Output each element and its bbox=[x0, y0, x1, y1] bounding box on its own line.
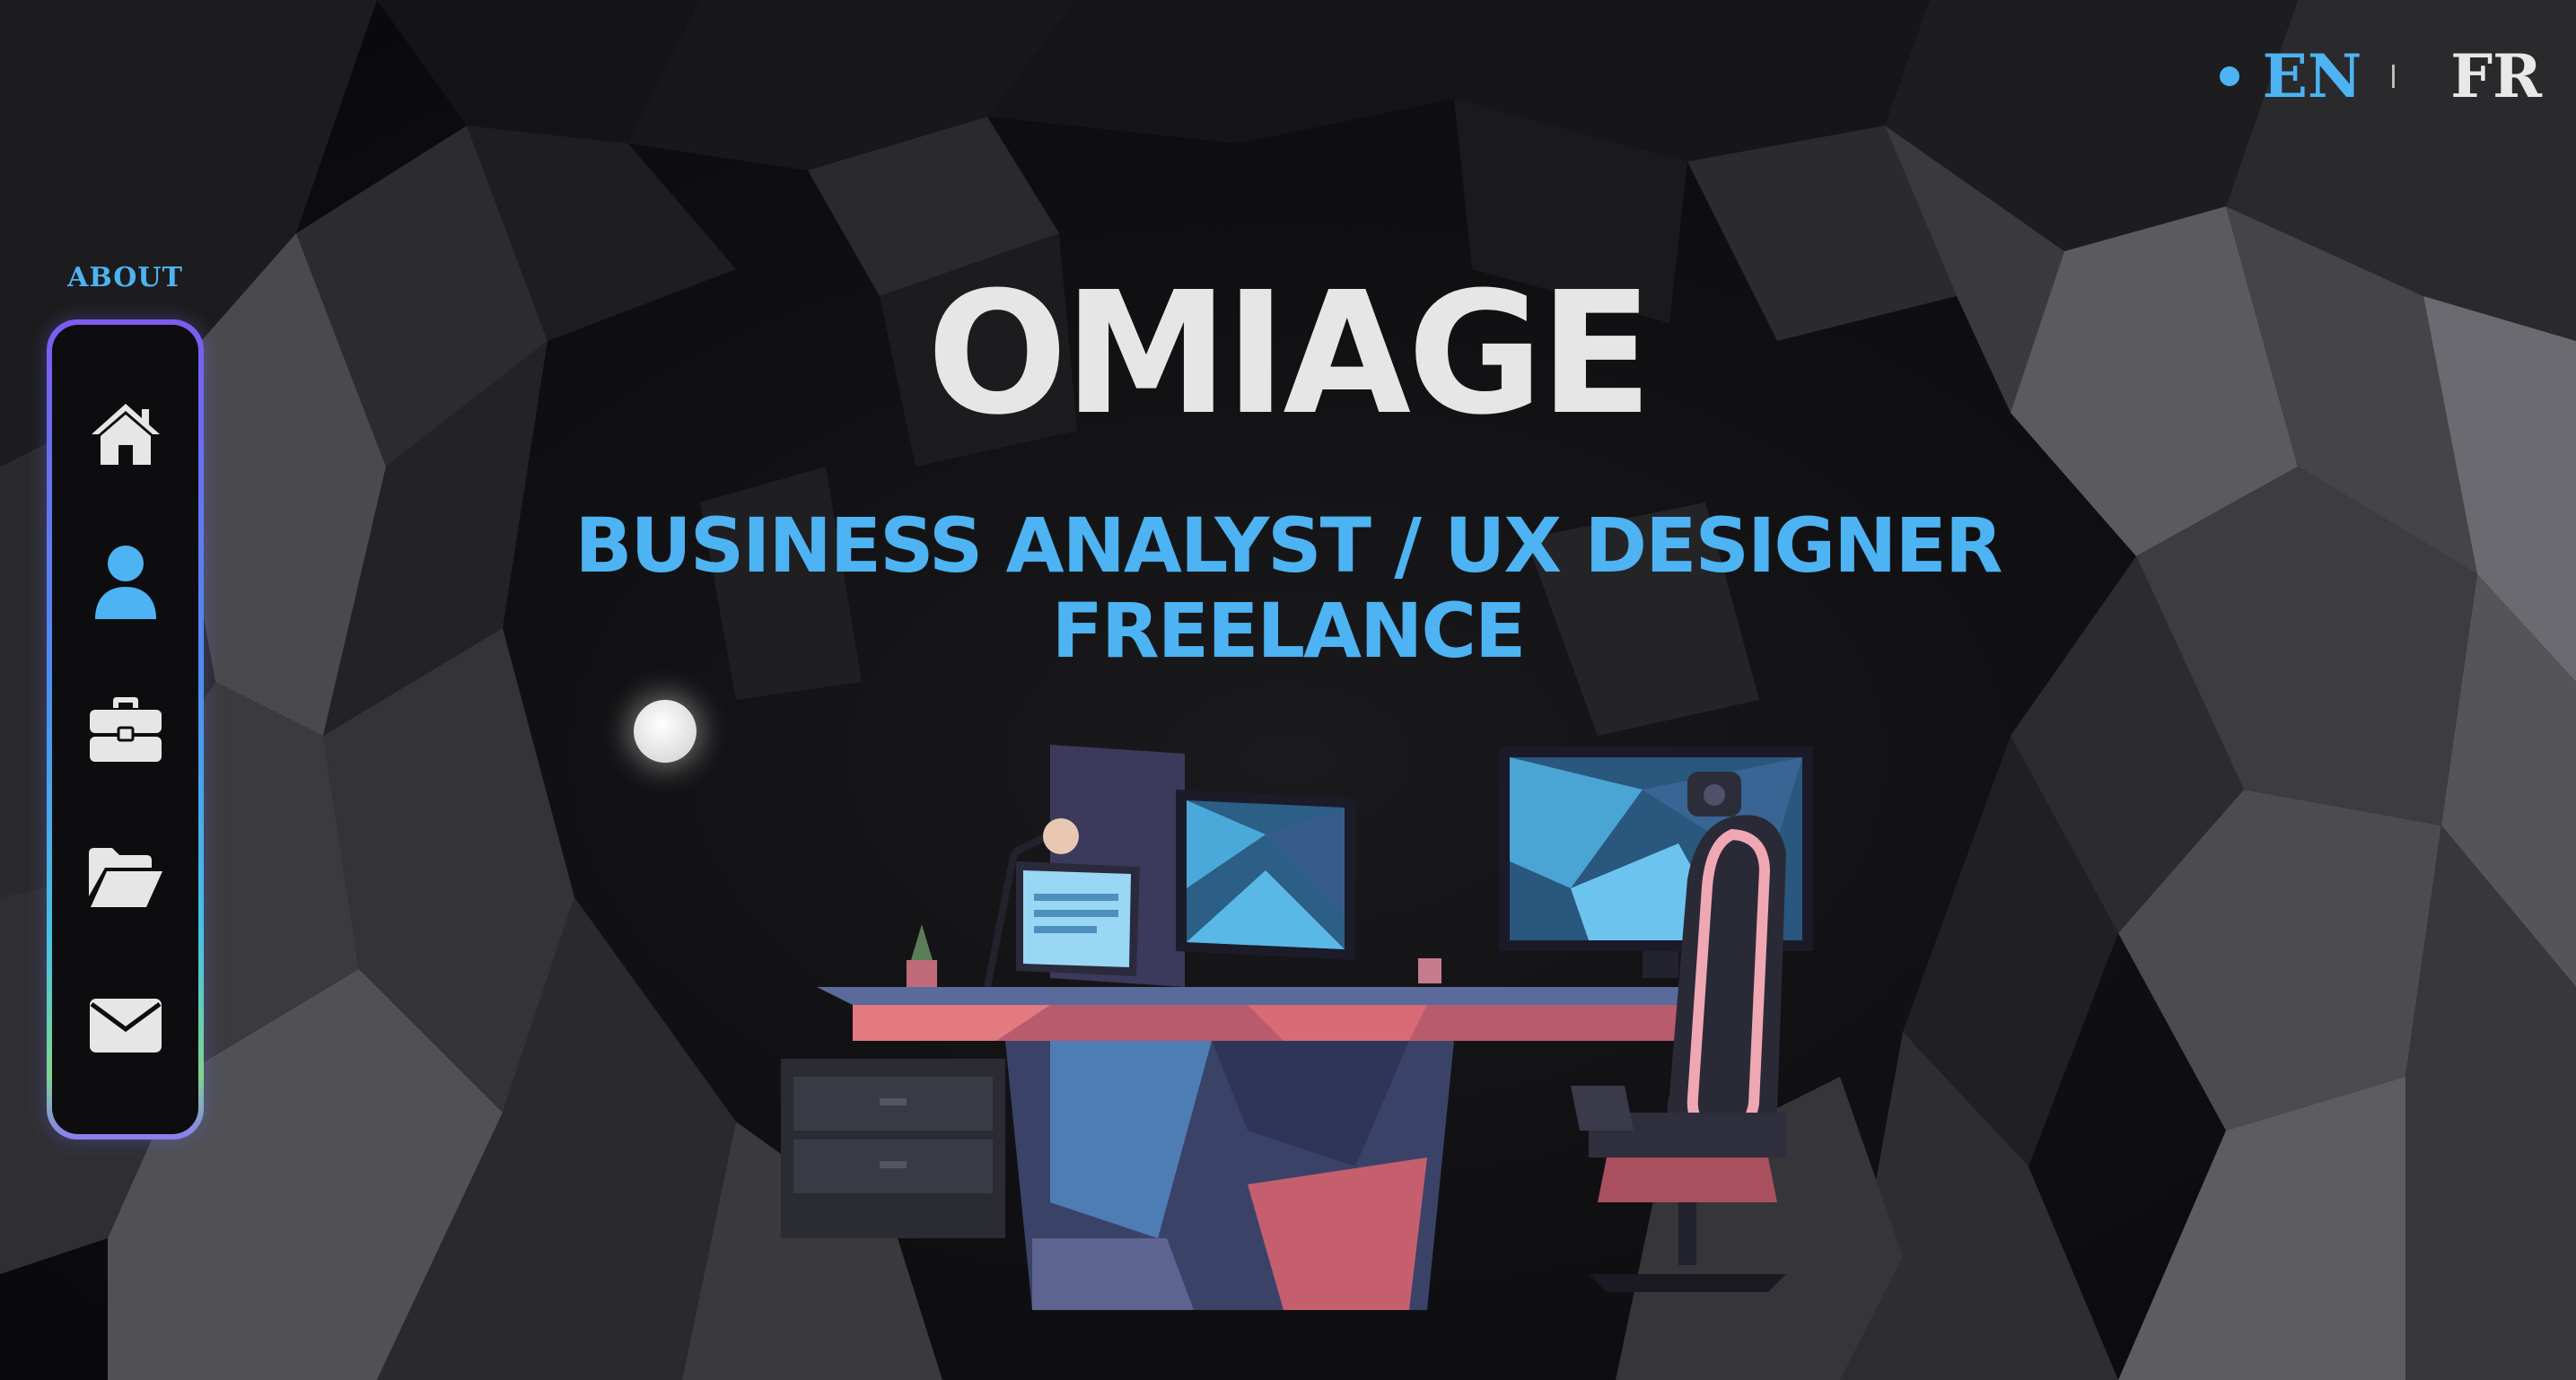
hero-subtitle-role: BUSINESS ANALYST / UX DESIGNER bbox=[574, 502, 2002, 590]
nav-item-work[interactable] bbox=[81, 685, 171, 774]
desk-illustration bbox=[781, 745, 1813, 1310]
language-divider bbox=[2392, 65, 2396, 88]
light-orb bbox=[634, 700, 697, 763]
language-fr[interactable]: FR bbox=[2450, 36, 2542, 117]
side-nav-inner bbox=[52, 325, 198, 1134]
hero-subtitle-status: FREELANCE bbox=[1051, 587, 1527, 675]
side-nav bbox=[47, 319, 204, 1140]
folder-open-icon bbox=[88, 848, 162, 908]
hero-title: OMIAGE bbox=[926, 256, 1653, 452]
language-switcher: EN FR bbox=[2219, 36, 2542, 117]
briefcase-icon bbox=[89, 696, 162, 762]
active-language-indicator bbox=[2219, 66, 2239, 86]
envelope-icon bbox=[89, 999, 162, 1053]
language-en[interactable]: EN bbox=[2263, 36, 2362, 117]
hero-stage: EN FR ABOUT OMIAGE BUSINESS ANALYST / UX… bbox=[0, 0, 2576, 1380]
nav-item-projects[interactable] bbox=[81, 833, 171, 922]
nav-item-contact[interactable] bbox=[81, 981, 171, 1070]
